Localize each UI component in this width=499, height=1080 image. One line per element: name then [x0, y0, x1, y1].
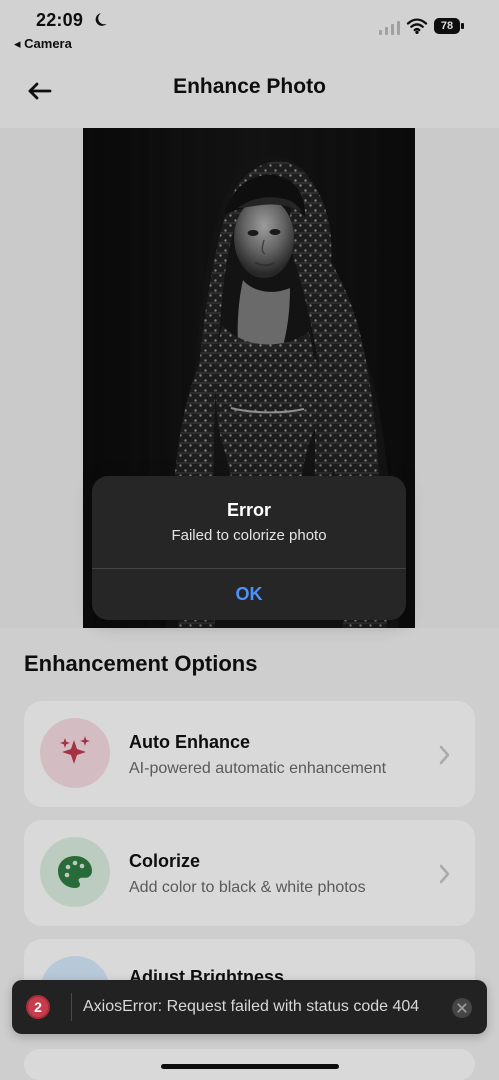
ok-button[interactable]: OK	[92, 569, 406, 620]
toast-divider	[71, 993, 72, 1021]
toast-message: AxiosError: Request failed with status c…	[83, 998, 420, 1015]
alert-message: Failed to colorize photo	[171, 527, 327, 544]
error-toast: 2 AxiosError: Request failed with status…	[12, 980, 487, 1034]
error-count-badge: 2	[26, 995, 50, 1019]
close-circle-icon[interactable]	[451, 997, 473, 1019]
error-alert: Error Failed to colorize photo OK	[92, 476, 406, 620]
alert-title: Error	[226, 500, 271, 520]
